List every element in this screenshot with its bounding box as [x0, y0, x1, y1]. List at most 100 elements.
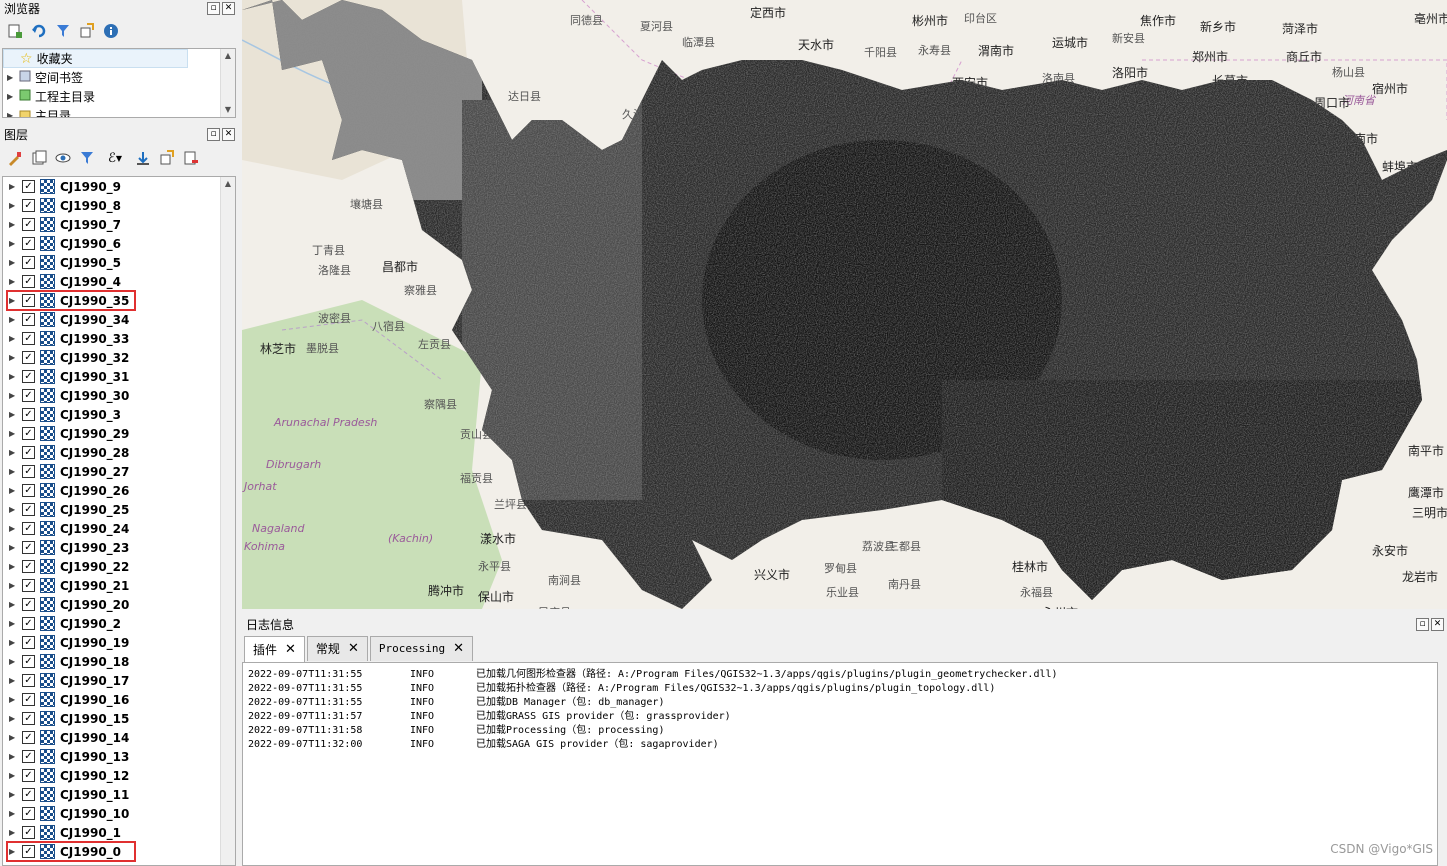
- expand-all-icon[interactable]: [134, 149, 152, 167]
- browser-item-favorites[interactable]: ☆ 收藏夹: [3, 49, 188, 68]
- expand-arrow-icon[interactable]: ▶: [9, 239, 17, 248]
- expand-arrow-icon[interactable]: ▶: [9, 752, 17, 761]
- expand-arrow-icon[interactable]: ▶: [9, 828, 17, 837]
- expand-arrow-icon[interactable]: ▶: [9, 220, 17, 229]
- layer-row[interactable]: ▶ ✓ CJ1990_19: [3, 633, 235, 652]
- layer-row[interactable]: ▶ ✓ CJ1990_4: [3, 272, 235, 291]
- expand-arrow-icon[interactable]: ▶: [9, 296, 17, 305]
- layer-row[interactable]: ▶ ✓ CJ1990_33: [3, 329, 235, 348]
- layer-row[interactable]: ▶ ✓ CJ1990_34: [3, 310, 235, 329]
- float-icon[interactable]: ▫: [207, 2, 220, 15]
- expand-arrow-icon[interactable]: ▶: [9, 486, 17, 495]
- layer-visibility-checkbox[interactable]: ✓: [22, 598, 35, 611]
- float-icon[interactable]: ▫: [207, 128, 220, 141]
- layer-row[interactable]: ▶ ✓ CJ1990_17: [3, 671, 235, 690]
- expand-arrow-icon[interactable]: ▶: [7, 111, 15, 117]
- layer-visibility-checkbox[interactable]: ✓: [22, 560, 35, 573]
- layer-row[interactable]: ▶ ✓ CJ1990_14: [3, 728, 235, 747]
- layer-visibility-checkbox[interactable]: ✓: [22, 712, 35, 725]
- layer-row[interactable]: ▶ ✓ CJ1990_13: [3, 747, 235, 766]
- layer-row[interactable]: ▶ ✓ CJ1990_32: [3, 348, 235, 367]
- tab-general[interactable]: 常规 ✕: [306, 636, 368, 661]
- layer-visibility-checkbox[interactable]: ✓: [22, 218, 35, 231]
- layer-visibility-checkbox[interactable]: ✓: [22, 275, 35, 288]
- expand-arrow-icon[interactable]: ▶: [9, 201, 17, 210]
- layer-visibility-checkbox[interactable]: ✓: [22, 826, 35, 839]
- properties-icon[interactable]: [102, 22, 120, 40]
- close-icon[interactable]: ✕: [222, 2, 235, 15]
- layer-visibility-checkbox[interactable]: ✓: [22, 180, 35, 193]
- layer-row[interactable]: ▶ ✓ CJ1990_8: [3, 196, 235, 215]
- layer-row[interactable]: ▶ ✓ CJ1990_3: [3, 405, 235, 424]
- log-messages[interactable]: 2022-09-07T11:31:55 INFO 已加载几何图形检查器（路径: A:…: [242, 662, 1438, 866]
- layer-row[interactable]: ▶ ✓ CJ1990_28: [3, 443, 235, 462]
- layer-visibility-checkbox[interactable]: ✓: [22, 579, 35, 592]
- expand-arrow-icon[interactable]: ▶: [9, 676, 17, 685]
- layer-row[interactable]: ▶ ✓ CJ1990_26: [3, 481, 235, 500]
- browser-item-spatial-bookmarks[interactable]: ▶ 空间书签: [3, 68, 235, 87]
- expand-arrow-icon[interactable]: ▶: [7, 92, 15, 101]
- layer-row[interactable]: ▶ ✓ CJ1990_31: [3, 367, 235, 386]
- expand-arrow-icon[interactable]: ▶: [9, 353, 17, 362]
- layer-visibility-checkbox[interactable]: ✓: [22, 256, 35, 269]
- browser-item-home[interactable]: ▶ 主目录: [3, 106, 235, 117]
- expand-arrow-icon[interactable]: ▶: [9, 695, 17, 704]
- scroll-down-icon[interactable]: ▼: [221, 103, 235, 117]
- expand-arrow-icon[interactable]: ▶: [9, 182, 17, 191]
- layer-visibility-checkbox[interactable]: ✓: [22, 769, 35, 782]
- layer-visibility-checkbox[interactable]: ✓: [22, 788, 35, 801]
- layer-visibility-checkbox[interactable]: ✓: [22, 541, 35, 554]
- remove-layer-icon[interactable]: [182, 149, 200, 167]
- layer-visibility-checkbox[interactable]: ✓: [22, 370, 35, 383]
- browser-tree[interactable]: ☆ 收藏夹 ▶ 空间书签 ▶ 工程主目录 ▶ 主目录 ▲ ▼: [2, 48, 236, 118]
- layer-row[interactable]: ▶ ✓ CJ1990_5: [3, 253, 235, 272]
- collapse-all-icon[interactable]: [158, 149, 176, 167]
- layer-visibility-checkbox[interactable]: ✓: [22, 465, 35, 478]
- expand-arrow-icon[interactable]: ▶: [9, 410, 17, 419]
- layer-row[interactable]: ▶ ✓ CJ1990_25: [3, 500, 235, 519]
- layer-row[interactable]: ▶ ✓ CJ1990_16: [3, 690, 235, 709]
- add-selected-layers-icon[interactable]: [6, 22, 24, 40]
- expand-arrow-icon[interactable]: ▶: [9, 277, 17, 286]
- layer-visibility-checkbox[interactable]: ✓: [22, 617, 35, 630]
- expand-arrow-icon[interactable]: ▶: [9, 448, 17, 457]
- filter-icon[interactable]: [78, 149, 96, 167]
- close-icon[interactable]: ✕: [1431, 618, 1444, 631]
- layer-visibility-checkbox[interactable]: ✓: [22, 199, 35, 212]
- layer-row[interactable]: ▶ ✓ CJ1990_2: [3, 614, 235, 633]
- layer-list[interactable]: ▶ ✓ CJ1990_9 ▶ ✓ CJ1990_8 ▶ ✓ CJ1990_7 ▶ ✓ CJ1990_6…: [2, 176, 236, 866]
- layer-visibility-checkbox[interactable]: ✓: [22, 351, 35, 364]
- layer-visibility-checkbox[interactable]: ✓: [22, 294, 35, 307]
- layer-visibility-checkbox[interactable]: ✓: [22, 522, 35, 535]
- layer-row[interactable]: ▶ ✓ CJ1990_21: [3, 576, 235, 595]
- layer-row[interactable]: ▶ ✓ CJ1990_20: [3, 595, 235, 614]
- map-canvas[interactable]: 同德县 夏河县 定西市 彬州市 印台区 焦作市 新乡市 菏泽市 亳州市 临潭县 天水市 千阳县 永寿县渭…: [242, 0, 1447, 609]
- layer-visibility-checkbox[interactable]: ✓: [22, 484, 35, 497]
- layer-row[interactable]: ▶ ✓ CJ1990_18: [3, 652, 235, 671]
- browser-scrollbar[interactable]: ▲ ▼: [220, 49, 235, 117]
- layer-visibility-checkbox[interactable]: ✓: [22, 731, 35, 744]
- expand-arrow-icon[interactable]: ▶: [9, 581, 17, 590]
- layer-row[interactable]: ▶ ✓ CJ1990_9: [3, 177, 235, 196]
- layer-visibility-checkbox[interactable]: ✓: [22, 408, 35, 421]
- expression-filter-icon[interactable]: ℰ ▼: [102, 149, 128, 167]
- style-brush-icon[interactable]: [6, 149, 24, 167]
- filter-icon[interactable]: [54, 22, 72, 40]
- layer-visibility-checkbox[interactable]: ✓: [22, 693, 35, 706]
- expand-arrow-icon[interactable]: ▶: [9, 467, 17, 476]
- expand-arrow-icon[interactable]: ▶: [9, 372, 17, 381]
- layer-row[interactable]: ▶ ✓ CJ1990_29: [3, 424, 235, 443]
- layer-row[interactable]: ▶ ✓ CJ1990_35: [3, 290, 235, 311]
- expand-arrow-icon[interactable]: ▶: [9, 524, 17, 533]
- add-group-icon[interactable]: [30, 149, 48, 167]
- eye-icon[interactable]: [54, 149, 72, 167]
- scroll-up-icon[interactable]: ▲: [221, 177, 235, 191]
- expand-arrow-icon[interactable]: ▶: [7, 73, 15, 82]
- layer-row[interactable]: ▶ ✓ CJ1990_6: [3, 234, 235, 253]
- layer-row[interactable]: ▶ ✓ CJ1990_22: [3, 557, 235, 576]
- layer-row[interactable]: ▶ ✓ CJ1990_15: [3, 709, 235, 728]
- layer-visibility-checkbox[interactable]: ✓: [22, 503, 35, 516]
- layer-row[interactable]: ▶ ✓ CJ1990_1: [3, 823, 235, 842]
- layer-visibility-checkbox[interactable]: ✓: [22, 750, 35, 763]
- layer-visibility-checkbox[interactable]: ✓: [22, 674, 35, 687]
